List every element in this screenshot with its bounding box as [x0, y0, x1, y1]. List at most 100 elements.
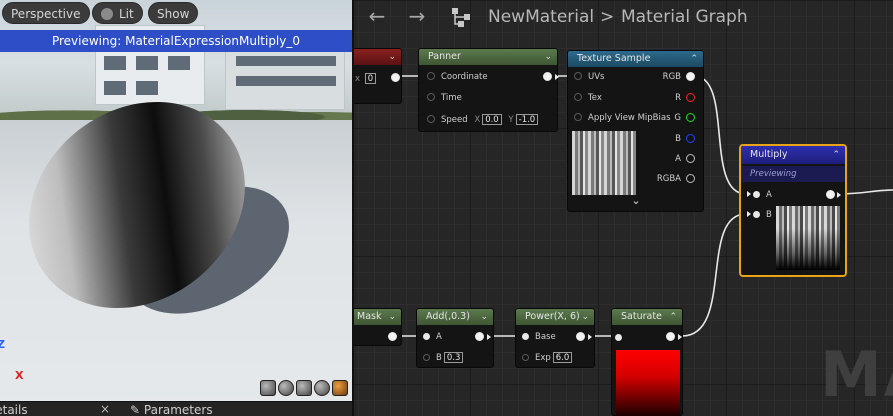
panner-time-row: Time	[427, 92, 462, 104]
multiply-b-input-pin[interactable]	[753, 211, 760, 218]
a-output-pin[interactable]	[686, 154, 695, 163]
teapot-icon[interactable]	[332, 380, 348, 396]
chevron-up-icon[interactable]: ⌃	[669, 309, 677, 325]
constant-index-value[interactable]: 0	[364, 73, 377, 84]
chevron-down-icon[interactable]: ⌄	[581, 309, 589, 325]
constant-node-header[interactable]: ⌄	[354, 49, 401, 65]
add-b-input[interactable]: 0.3	[443, 352, 464, 363]
texture-sample-header[interactable]: Texture Sample ⌃	[568, 51, 703, 67]
chevron-down-icon[interactable]: ⌄	[388, 309, 396, 325]
show-button[interactable]: Show	[148, 2, 199, 24]
add-node[interactable]: Add(,0.3) ⌄ A B 0.3	[416, 308, 494, 368]
mipbias-input-pin[interactable]	[574, 113, 582, 121]
perspective-button[interactable]: Perspective	[2, 2, 90, 24]
saturate-title: Saturate	[621, 311, 662, 322]
mask-output-pin[interactable]	[388, 332, 397, 341]
breadcrumb-current[interactable]: Material Graph	[621, 6, 748, 28]
speed-x-input[interactable]: 0.0	[482, 114, 502, 125]
mask-header[interactable]: Mask ⌄	[354, 309, 401, 325]
add-output-pin[interactable]	[475, 332, 484, 341]
chevron-up-icon[interactable]: ⌃	[690, 51, 698, 67]
lit-icon	[101, 8, 113, 20]
add-a-input-pin[interactable]	[423, 333, 430, 340]
r-output-pin[interactable]	[686, 93, 695, 102]
forward-arrow-icon[interactable]: →	[406, 5, 428, 27]
back-arrow-icon[interactable]: ←	[366, 5, 388, 27]
mipbias-row: Apply View MipBias	[574, 112, 671, 124]
graph-hierarchy-icon[interactable]	[450, 6, 472, 28]
saturate-node[interactable]: Saturate ⌃	[611, 308, 683, 416]
chevron-down-icon[interactable]: ⌄	[388, 49, 396, 65]
b-output-pin[interactable]	[686, 134, 695, 143]
details-tab-close-icon[interactable]: ×	[100, 402, 110, 416]
texture-thumbnail[interactable]	[572, 131, 636, 195]
tex-input-pin[interactable]	[574, 93, 582, 101]
power-node[interactable]: Power(X, 6) ⌄ Base Exp 6.0	[515, 308, 595, 368]
chevron-down-icon[interactable]: ⌄	[480, 309, 488, 325]
sphere-icon[interactable]	[278, 380, 294, 396]
graph-watermark: MA	[820, 338, 893, 411]
rgba-output-pin[interactable]	[686, 174, 695, 183]
mask-node[interactable]: Mask ⌄	[354, 308, 402, 346]
panner-output-arrow-icon	[555, 74, 559, 80]
constant-output-pin[interactable]	[391, 73, 400, 82]
texture-sample-title: Texture Sample	[577, 53, 651, 64]
perspective-label: Perspective	[11, 7, 81, 21]
saturate-header[interactable]: Saturate ⌃	[612, 309, 682, 325]
g-output-pin[interactable]	[686, 113, 695, 122]
bottom-tab-bar: Details × ✎ Parameters	[0, 401, 352, 416]
multiply-a-input-pin[interactable]	[753, 191, 760, 198]
mipbias-label: Apply View MipBias	[588, 113, 671, 123]
multiply-header[interactable]: Multiply ⌃	[741, 146, 845, 164]
power-header[interactable]: Power(X, 6) ⌄	[516, 309, 594, 325]
preview-viewport[interactable]: Perspective Lit Show Previewing: Materia…	[0, 0, 352, 416]
b-output-label: B	[675, 134, 681, 144]
saturate-input-pin[interactable]	[615, 334, 622, 341]
saturate-output-pin[interactable]	[666, 332, 675, 341]
tex-label: Tex	[588, 93, 602, 103]
coordinate-input-pin[interactable]	[427, 72, 435, 80]
panner-node-header[interactable]: Panner ⌄	[419, 49, 557, 65]
multiply-thumbnail[interactable]	[776, 206, 840, 270]
power-exp-input[interactable]: 6.0	[552, 352, 573, 363]
multiply-b-label: B	[766, 210, 772, 220]
lit-label: Lit	[119, 7, 134, 21]
constant-node[interactable]: ⌄ x 0	[354, 48, 402, 104]
breadcrumb-root[interactable]: NewMaterial	[488, 6, 594, 28]
chevron-up-icon[interactable]: ⌃	[832, 146, 840, 164]
multiply-output-arrow-icon	[837, 192, 841, 198]
time-input-pin[interactable]	[427, 93, 435, 101]
uvs-label: UVs	[588, 72, 605, 82]
power-exp-input-pin[interactable]	[522, 354, 529, 361]
saturate-thumbnail[interactable]	[616, 350, 680, 416]
add-a-row: A	[423, 331, 442, 343]
panner-output-pin[interactable]	[543, 72, 552, 81]
add-header[interactable]: Add(,0.3) ⌄	[417, 309, 493, 325]
cylinder-icon[interactable]	[260, 380, 276, 396]
speed-y-input[interactable]: -1.0	[515, 114, 539, 125]
speed-input-pin[interactable]	[427, 115, 435, 123]
multiply-node[interactable]: Multiply ⌃ Previewing A B	[739, 144, 847, 277]
cube-icon[interactable]	[314, 380, 330, 396]
power-title: Power(X, 6)	[525, 311, 580, 322]
power-base-input-pin[interactable]	[522, 333, 529, 340]
multiply-output-pin[interactable]	[826, 190, 835, 199]
add-b-input-pin[interactable]	[423, 354, 430, 361]
power-output-pin[interactable]	[576, 332, 585, 341]
material-graph-canvas[interactable]: ← → NewMaterial > Material Graph MA ⌄ x …	[354, 0, 893, 416]
parameters-tab[interactable]: ✎ Parameters	[130, 403, 213, 416]
parameters-icon: ✎	[130, 403, 141, 416]
rgb-output-pin[interactable]	[686, 72, 695, 81]
plane-icon[interactable]	[296, 380, 312, 396]
panner-node[interactable]: Panner ⌄ Coordinate Time Speed X 0.0 Y -1.0	[418, 48, 559, 132]
speed-y-label: Y	[508, 115, 514, 125]
details-tab[interactable]: Details	[0, 403, 28, 416]
lit-button[interactable]: Lit	[92, 2, 143, 24]
chevron-down-icon[interactable]: ⌄	[544, 49, 552, 65]
texture-sample-node[interactable]: Texture Sample ⌃ UVs Tex Apply View MipBi…	[567, 50, 704, 212]
uvs-row: UVs	[574, 71, 604, 83]
axis-z-label: Z	[0, 338, 5, 351]
expand-chevron-icon[interactable]: ⌄	[628, 195, 644, 209]
add-a-label: A	[436, 332, 442, 342]
uvs-input-pin[interactable]	[574, 72, 582, 80]
